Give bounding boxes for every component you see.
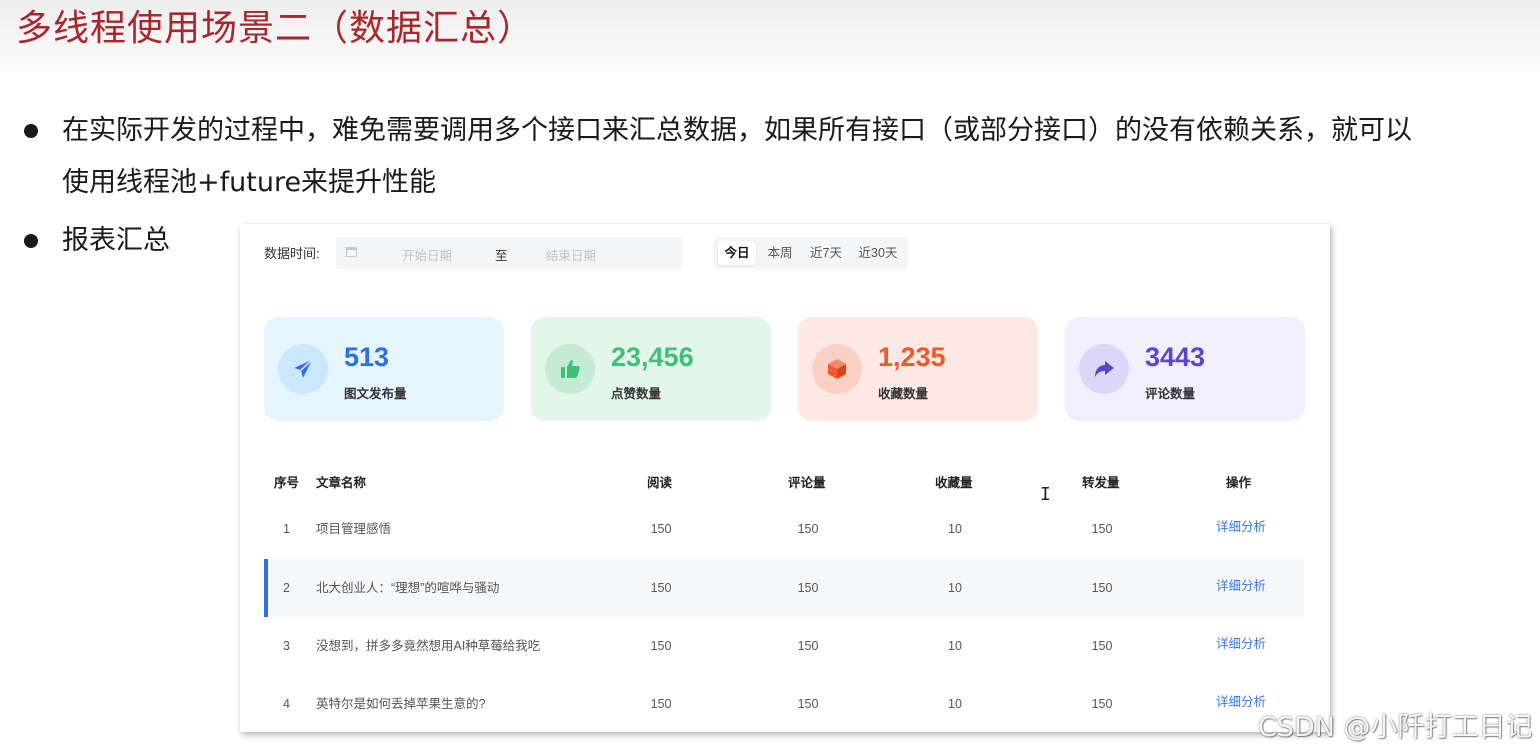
col-header-actions: 操作 [1226,476,1252,490]
row-title: 英特尔是如何丢掉苹果生意的? [316,697,486,711]
col-header-title: 文章名称 [316,476,367,490]
end-date-placeholder[interactable]: 结束日期 [546,245,596,264]
row-index: 3 [283,639,290,653]
row-highlight-bar [264,559,268,617]
watermark: CSDN @小阡打工日记 [1258,712,1533,743]
stat-label: 图文发布量 [344,387,407,401]
slide-title: 多线程使用场景二（数据汇总） [16,8,535,49]
row-index: 1 [283,522,290,536]
col-header-reads: 阅读 [647,476,673,490]
tab-last-30-days[interactable]: 近30天 [852,241,904,265]
row-reads: 150 [650,639,672,653]
bullet-dot [24,234,38,248]
stat-label: 点赞数量 [611,387,662,401]
cube-icon [828,359,846,379]
row-title: 项目管理感悟 [316,522,392,536]
row-shares: 150 [1091,581,1113,595]
row-favorites: 10 [948,522,962,536]
row-comments: 150 [797,639,819,653]
date-range-picker[interactable]: 开始日期 至 结束日期 [336,237,682,269]
row-comments: 150 [797,522,819,536]
row-reads: 150 [650,522,672,536]
row-comments: 150 [797,581,819,595]
tab-today[interactable]: 今日 [718,241,756,265]
share-arrow-icon [1095,361,1114,377]
col-header-comments: 评论量 [788,476,826,490]
row-comments: 150 [797,697,819,711]
row-favorites: 10 [948,581,962,595]
date-filter-label: 数据时间: [264,246,320,261]
row-favorites: 10 [948,697,962,711]
stat-card-comments: 3443 评论数量 [1065,317,1305,421]
tab-this-week[interactable]: 本周 [760,241,800,265]
stat-value: 3443 [1145,342,1206,372]
table-row-highlighted: 2 北大创业人：“理想”的喧哗与骚动 150 150 10 150 详细分析 [264,559,1304,617]
start-date-placeholder[interactable]: 开始日期 [402,245,452,264]
report-screenshot-panel: 数据时间: 开始日期 至 结束日期 今日 本周 近7天 近30天 513 图文发… [240,224,1330,732]
col-header-favorites: 收藏量 [935,476,973,490]
detail-analysis-link[interactable]: 详细分析 [1216,577,1266,595]
bullet-text-2: 报表汇总 [62,225,170,256]
col-header-index: 序号 [274,476,300,490]
table-row: 4 英特尔是如何丢掉苹果生意的? 150 150 10 150 详细分析 [264,675,1304,732]
stat-icon-circle [278,344,328,394]
row-favorites: 10 [948,639,962,653]
table-row: 3 没想到，拼多多竟然想用AI种草莓给我吃 150 150 10 150 详细分… [264,617,1304,675]
calendar-icon [346,247,357,257]
stat-card-articles: 513 图文发布量 [264,317,504,421]
bullet-text-1: 在实际开发的过程中，难免需要调用多个接口来汇总数据，如果所有接口（或部分接口）的… [62,115,1412,146]
row-reads: 150 [650,697,672,711]
stat-icon-circle [812,344,862,394]
col-header-shares: 转发量 [1082,476,1120,490]
row-shares: 150 [1091,522,1113,536]
row-reads: 150 [650,581,672,595]
bullet-text-1-cont: 使用线程池+future来提升性能 [62,167,437,198]
stat-label: 收藏数量 [878,387,929,401]
row-shares: 150 [1091,639,1113,653]
range-tabs: 今日 本周 近7天 近30天 [714,237,908,269]
text-cursor-icon: I [1040,484,1051,505]
stat-card-favorites: 1,235 收藏数量 [798,317,1038,421]
tab-last-7-days[interactable]: 近7天 [804,241,848,265]
row-title: 没想到，拼多多竟然想用AI种草莓给我吃 [316,639,541,653]
stat-label: 评论数量 [1145,387,1196,401]
detail-analysis-link[interactable]: 详细分析 [1216,518,1266,536]
stat-icon-circle [1079,344,1129,394]
row-title: 北大创业人：“理想”的喧哗与骚动 [316,581,500,595]
detail-analysis-link[interactable]: 详细分析 [1216,635,1266,653]
stat-value: 23,456 [611,342,694,372]
bullet-dot [24,124,38,138]
table-row: 1 项目管理感悟 150 150 10 150 详细分析 [264,500,1304,558]
row-index: 2 [283,581,290,595]
stat-card-likes: 23,456 点赞数量 [531,317,771,421]
stat-icon-circle [545,344,595,394]
row-shares: 150 [1091,697,1113,711]
stat-value: 513 [344,342,390,372]
stat-value: 1,235 [878,342,946,372]
date-range-separator: 至 [495,249,508,263]
row-index: 4 [283,697,290,711]
thumbs-up-icon [561,360,580,378]
paper-plane-icon [294,359,313,378]
